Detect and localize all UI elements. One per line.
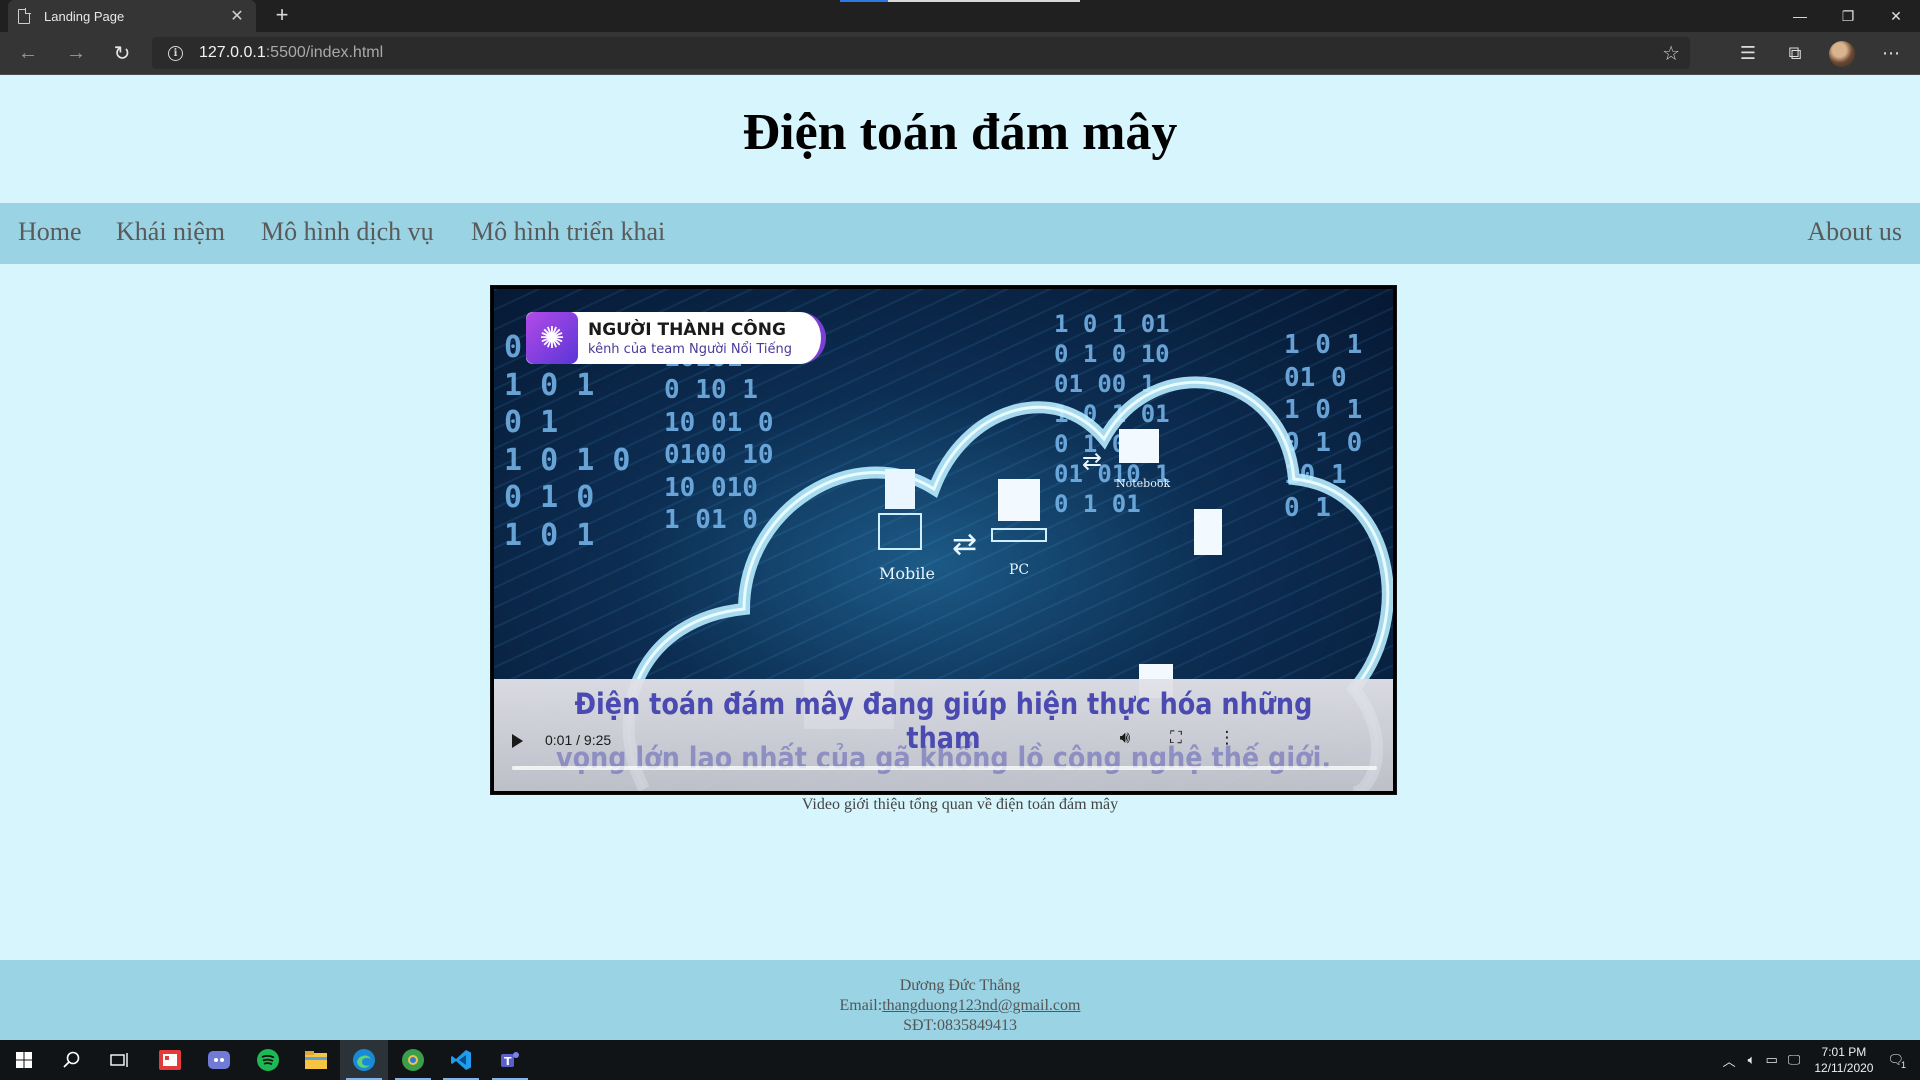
tray-overflow-icon[interactable]: ︿ (1723, 1051, 1736, 1070)
footer-email-link[interactable]: thangduong123nd@gmail.com (882, 997, 1080, 1014)
sync-arrows-icon: ⇄ (952, 528, 977, 561)
video-frame: 0 1 0 1 0 1 0 1 1 0 1 0 0 1 0 1 0 1 0101… (494, 289, 1393, 791)
windows-taskbar: T ︿ 🔈︎ ▭ 🖵︎ 7:01 PM 12/11/2020 🗨︎ 1 (0, 1040, 1920, 1080)
nav-khai-niem[interactable]: Khái niệm (116, 217, 225, 247)
nav-about-us[interactable]: About us (1807, 217, 1902, 247)
loading-indicator (840, 0, 1080, 2)
mobile-label: Mobile (879, 564, 935, 583)
footer-email-label: Email: (839, 997, 883, 1014)
edge-icon[interactable] (340, 1040, 388, 1080)
footer-email-line: Email:thangduong123nd@gmail.com (0, 996, 1920, 1016)
clock-time: 7:01 PM (1821, 1045, 1867, 1059)
browser-tab[interactable]: Landing Page ✕ (8, 0, 256, 32)
file-explorer-icon[interactable] (292, 1040, 340, 1080)
svg-text:T: T (504, 1055, 512, 1068)
play-icon[interactable] (512, 734, 523, 748)
mobile-device (885, 469, 915, 509)
new-tab-icon[interactable]: + (268, 2, 296, 28)
fullscreen-icon[interactable]: ⛶ (1164, 728, 1188, 748)
video-player[interactable]: 0 1 0 1 0 1 0 1 1 0 1 0 0 1 0 1 0 1 0101… (490, 285, 1397, 795)
tab-title: Landing Page (44, 8, 125, 24)
footer-phone: SĐT:0835849413 (903, 1017, 1017, 1034)
more-options-icon[interactable]: ⋮ (1215, 728, 1239, 748)
channel-subtitle: kênh của team Người Nổi Tiếng (588, 341, 792, 357)
browser-toolbar: ← → ↻ i 127.0.0.1:5500/index.html ☆ ☰ ⧉ … (0, 32, 1920, 74)
volume-icon[interactable]: 🔊︎ (1113, 728, 1137, 748)
page-footer: Dương Đức Thắng Email:thangduong123nd@gm… (0, 960, 1920, 1040)
clock-date: 12/11/2020 (1814, 1061, 1874, 1075)
taskbar-clock[interactable]: 7:01 PM 12/11/2020 (1814, 1044, 1873, 1076)
collections-icon[interactable]: ⧉ (1778, 38, 1812, 68)
teams-icon[interactable]: T (486, 1040, 534, 1080)
pc-label: PC (1009, 562, 1029, 578)
window-controls: — ❐ ✕ (1776, 0, 1920, 32)
profile-avatar[interactable] (1829, 41, 1855, 67)
notebook-label: Notebook (1116, 477, 1170, 490)
volume-tray-icon[interactable]: 🔈︎ (1748, 1052, 1756, 1068)
network-icon[interactable]: 🖵︎ (1788, 1052, 1801, 1068)
notifications-icon[interactable]: 🗨︎ 1 (1887, 1052, 1906, 1070)
back-icon[interactable]: ← (12, 38, 44, 68)
channel-badge: ✺ NGƯỜI THÀNH CÔNG kênh của team Người N… (526, 312, 826, 364)
video-controls: 0:01 / 9:25 🔊︎ ⛶ ⋮ (494, 716, 1393, 791)
start-icon[interactable] (0, 1040, 48, 1080)
nav-mo-hinh-dich-vu[interactable]: Mô hình dịch vụ (261, 217, 434, 247)
video-time: 0:01 / 9:25 (545, 732, 612, 748)
favorites-icon[interactable]: ☰ (1731, 38, 1765, 68)
refresh-icon[interactable]: ↻ (106, 38, 138, 68)
forward-icon[interactable]: → (60, 38, 92, 68)
footer-name: Dương Đức Thắng (899, 977, 1021, 994)
nav-mo-hinh-trien-khai[interactable]: Mô hình triển khai (471, 217, 665, 247)
more-menu-icon[interactable]: ⋯ (1874, 38, 1908, 68)
channel-name: NGƯỜI THÀNH CÔNG (588, 319, 786, 340)
seek-bar[interactable] (512, 766, 1377, 770)
nav-home[interactable]: Home (18, 217, 82, 247)
vscode-icon[interactable] (437, 1040, 485, 1080)
battery-icon[interactable]: ▭ (1765, 1052, 1777, 1068)
page-title: Điện toán đám mây (742, 104, 1178, 161)
main-nav: Home Khái niệm Mô hình dịch vụ Mô hình t… (0, 203, 1920, 264)
address-bar[interactable]: i 127.0.0.1:5500/index.html ☆ (152, 37, 1690, 69)
system-tray: ︿ 🔈︎ ▭ 🖵︎ 7:01 PM 12/11/2020 🗨︎ 1 (1723, 1040, 1920, 1080)
favorite-star-icon[interactable]: ☆ (1662, 41, 1680, 66)
browser-tab-bar: Landing Page ✕ + — ❐ ✕ (0, 0, 1920, 32)
sync-arrows-icon: ⇄ (1082, 448, 1102, 475)
chrome-canary-icon[interactable] (389, 1040, 437, 1080)
url-text: 127.0.0.1:5500/index.html (199, 44, 384, 61)
news-app-icon[interactable] (146, 1040, 194, 1080)
notification-count: 1 (1900, 1060, 1906, 1070)
spotify-icon[interactable] (244, 1040, 292, 1080)
seek-progress (512, 766, 523, 770)
pc-device (998, 479, 1040, 521)
channel-logo-icon: ✺ (526, 312, 578, 364)
site-info-icon[interactable]: i (168, 45, 183, 61)
task-view-icon[interactable] (96, 1040, 144, 1080)
notebook-device (1119, 429, 1159, 463)
discord-icon[interactable] (195, 1040, 243, 1080)
web-page: Điện toán đám mây Home Khái niệm Mô hình… (0, 75, 1920, 1040)
minimize-icon[interactable]: — (1776, 0, 1824, 32)
restore-icon[interactable]: ❐ (1824, 0, 1872, 32)
page-icon (18, 8, 31, 24)
close-tab-icon[interactable]: ✕ (228, 6, 246, 26)
search-icon[interactable] (48, 1040, 96, 1080)
video-caption: Video giới thiệu tổng quan về điện toán … (801, 796, 1119, 813)
close-window-icon[interactable]: ✕ (1872, 0, 1920, 32)
